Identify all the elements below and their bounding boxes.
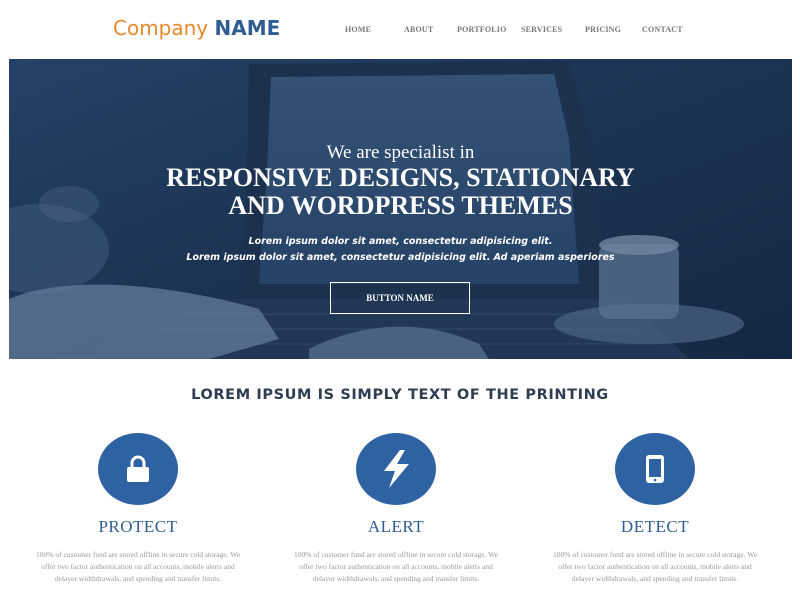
brand-logo[interactable]: Company NAME xyxy=(113,16,280,40)
nav-pricing[interactable]: PRICING xyxy=(585,25,621,34)
feature-title: ALERT xyxy=(367,517,425,536)
brand-word-name: NAME xyxy=(214,16,281,40)
hero-headline: RESPONSIVE DESIGNS, STATIONARY AND WORDP… xyxy=(9,164,792,220)
feature-description: 100% of customer fund are stored offline… xyxy=(552,550,758,583)
hero-headline-line1: RESPONSIVE DESIGNS, STATIONARY xyxy=(166,163,635,192)
feature-detect: DETECT 100% of customer fund are stored … xyxy=(535,433,775,585)
site-header: Company NAME HOME ABOUT PORTFOLIO SERVIC… xyxy=(0,0,800,58)
feature-icon-circle xyxy=(356,433,436,505)
mobile-phone-icon xyxy=(646,455,664,483)
feature-title: PROTECT xyxy=(98,517,178,536)
hero-subtext-line1: Lorem ipsum dolor sit amet, consectetur … xyxy=(248,236,553,247)
hero-banner: We are specialist in RESPONSIVE DESIGNS,… xyxy=(9,59,792,359)
brand-word-company: Company xyxy=(113,16,209,40)
section-title: LOREM IPSUM IS SIMPLY TEXT OF THE PRINTI… xyxy=(191,387,609,403)
feature-protect: PROTECT 100% of customer fund are stored… xyxy=(18,433,258,585)
nav-services[interactable]: SERVICES xyxy=(521,25,562,34)
feature-title: DETECT xyxy=(620,517,690,536)
feature-description: 100% of customer fund are stored offline… xyxy=(35,550,241,583)
lock-icon xyxy=(127,455,149,482)
hero-subtext-line2: Lorem ipsum dolor sit amet, consectetur … xyxy=(186,252,615,263)
hero-intro: We are specialist in xyxy=(326,142,475,163)
feature-icon-circle xyxy=(615,433,695,505)
lightning-bolt-icon xyxy=(384,450,409,488)
feature-alert: ALERT 100% of customer fund are stored o… xyxy=(276,433,516,585)
hero-subtext: Lorem ipsum dolor sit amet, consectetur … xyxy=(9,234,792,266)
nav-home[interactable]: HOME xyxy=(345,25,371,34)
feature-icon-circle xyxy=(98,433,178,505)
hero-headline-line2: AND WORDPRESS THEMES xyxy=(228,191,573,220)
feature-description: 100% of customer fund are stored offline… xyxy=(293,550,499,583)
nav-portfolio[interactable]: PORTFOLIO xyxy=(457,25,507,34)
nav-contact[interactable]: CONTACT xyxy=(642,25,683,34)
hero-cta-button[interactable]: BUTTON NAME xyxy=(330,282,470,314)
nav-about[interactable]: ABOUT xyxy=(404,25,433,34)
